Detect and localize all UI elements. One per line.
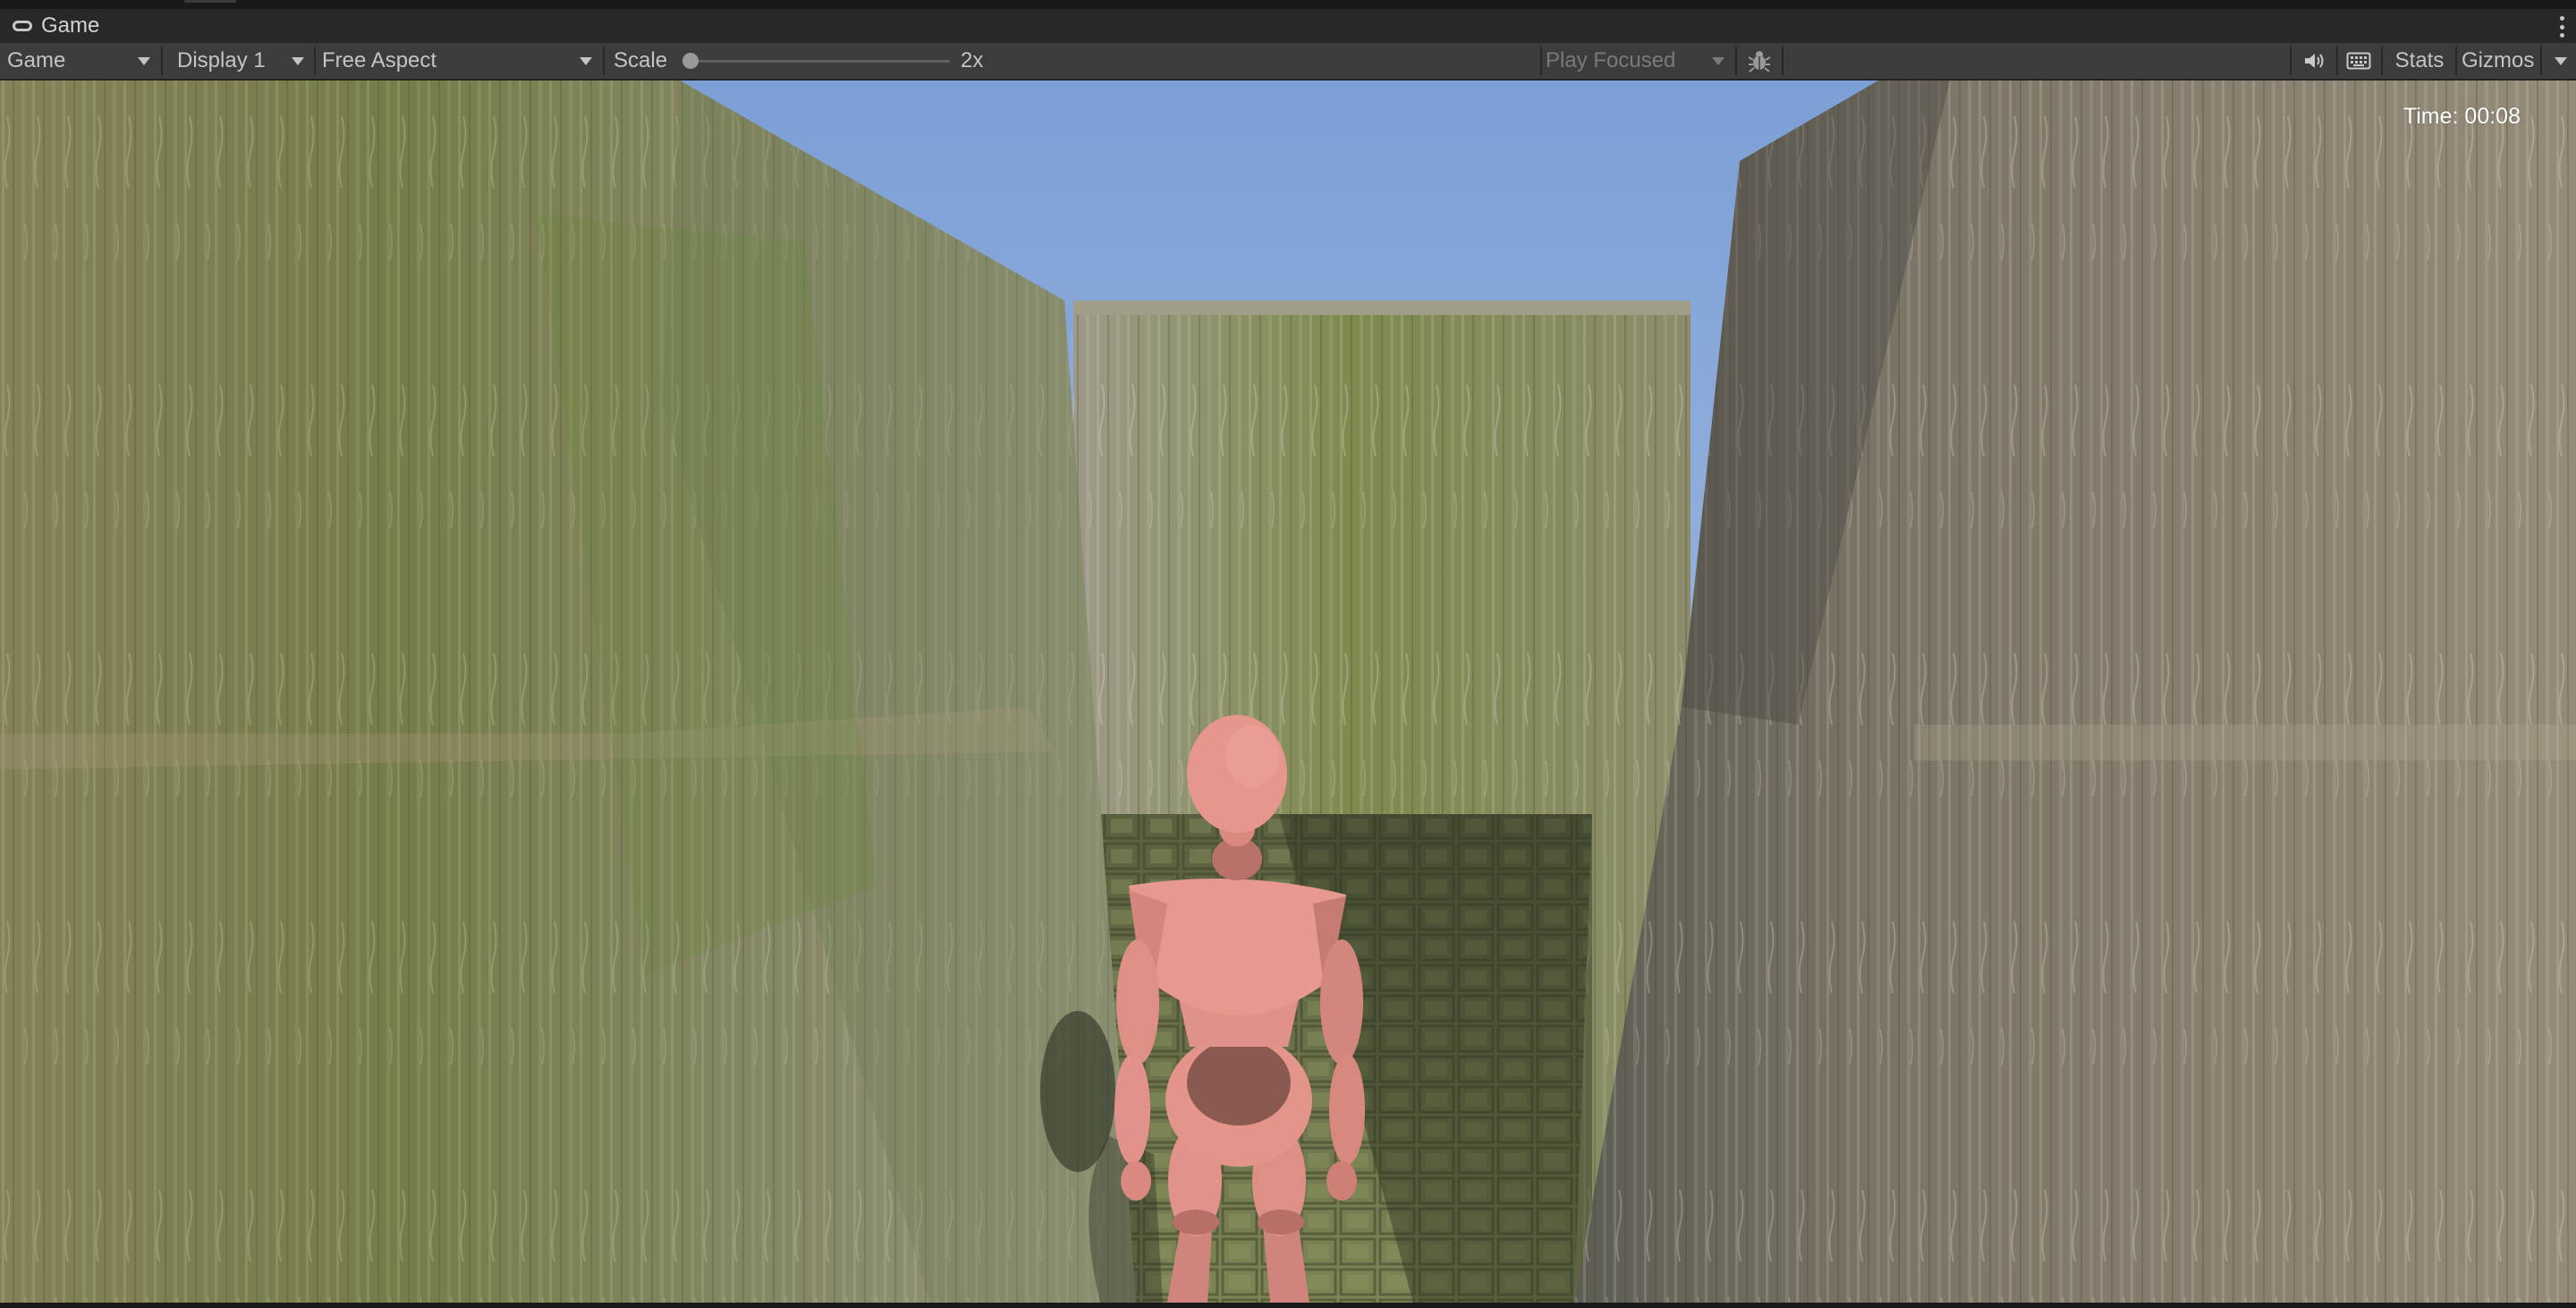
chevron-down-icon: [138, 57, 150, 65]
audio-speaker-icon[interactable]: [2295, 43, 2333, 79]
editor-bottom-strip: [0, 1303, 2576, 1308]
scale-slider-track[interactable]: [689, 60, 950, 63]
window-tab-bar: Game: [0, 9, 2576, 43]
editor-top-strip: [0, 0, 2576, 9]
game-tab-label: Game: [41, 13, 100, 38]
scale-slider-handle[interactable]: [682, 53, 699, 69]
aspect-dropdown[interactable]: Free Aspect: [317, 43, 601, 79]
play-mode-dropdown[interactable]: Play Focused: [1544, 43, 1733, 79]
scale-label: Scale: [614, 48, 668, 72]
maze-scene: [0, 81, 2576, 1303]
game-tab[interactable]: Game: [0, 9, 112, 43]
view-mode-label: Game: [7, 48, 66, 72]
more-options-icon[interactable]: [2560, 16, 2565, 38]
play-mode-label: Play Focused: [1546, 48, 1676, 72]
aspect-label: Free Aspect: [322, 48, 437, 72]
chevron-down-icon: [1712, 57, 1724, 65]
stats-button[interactable]: Stats: [2385, 43, 2454, 79]
keyboard-shortcuts-icon[interactable]: [2340, 43, 2377, 79]
gamepad-icon: [13, 21, 32, 31]
debug-bug-icon[interactable]: [1741, 43, 1778, 79]
scale-value: 2x: [961, 48, 984, 72]
chevron-down-icon: [292, 57, 304, 65]
game-toolbar: Game Display 1 Free Aspect Scale 2x Play…: [0, 43, 2576, 81]
gizmos-dropdown[interactable]: [2542, 43, 2576, 79]
time-readout: Time: 00:08: [2402, 104, 2521, 129]
display-dropdown[interactable]: Display 1: [165, 43, 313, 79]
view-mode-dropdown[interactable]: Game: [0, 43, 159, 79]
display-label: Display 1: [177, 48, 266, 72]
chevron-down-icon: [2555, 57, 2567, 65]
chevron-down-icon: [580, 57, 592, 65]
game-viewport[interactable]: Time: 00:08: [0, 81, 2576, 1303]
